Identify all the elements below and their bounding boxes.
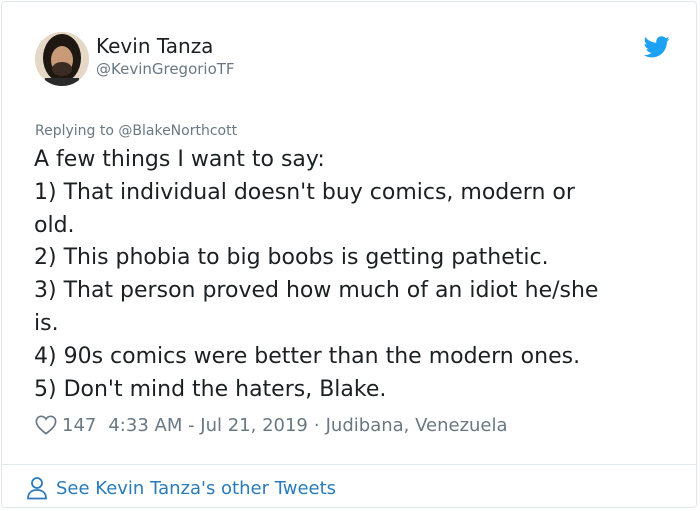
tweet-text-line: 5) Don't mind the haters, Blake. xyxy=(34,376,387,402)
author-display-name[interactable]: Kevin Tanza xyxy=(96,34,213,58)
avatar[interactable] xyxy=(35,32,89,86)
like-count[interactable]: 147 xyxy=(62,415,96,436)
twitter-bird-icon[interactable] xyxy=(644,36,670,58)
tweet-text-line: 1) That individual doesn't buy comics, m… xyxy=(34,179,575,205)
tweet-text-line: is. xyxy=(34,310,59,336)
tweet-text-line: A few things I want to say: xyxy=(34,147,325,172)
tweet-text-line: 3) That person proved how much of an idi… xyxy=(34,278,599,304)
avatar-photo xyxy=(35,32,89,86)
tweet-text-line: old. xyxy=(34,212,75,238)
heart-icon[interactable] xyxy=(35,414,57,436)
tweet-text-line: 2) This phobia to big boobs is getting p… xyxy=(34,245,549,271)
footer-divider xyxy=(2,464,696,465)
replying-to-handle-link[interactable]: @BlakeNorthcott xyxy=(118,123,237,139)
tweet-location[interactable]: Judibana, Venezuela xyxy=(326,415,508,436)
tweet-meta-row: 147 4:33 AM - Jul 21, 2019 · Judibana, V… xyxy=(35,412,508,438)
tweet-timestamp[interactable]: 4:33 AM - Jul 21, 2019 xyxy=(108,415,308,436)
tweet-text-line: 4) 90s comics were better than the moder… xyxy=(34,343,581,369)
see-other-tweets-label: See Kevin Tanza's other Tweets xyxy=(56,477,337,499)
see-other-tweets-link[interactable]: See Kevin Tanza's other Tweets xyxy=(26,473,336,503)
tweet-text: A few things I want to say: 1) That indi… xyxy=(34,144,669,406)
replying-to-label: Replying to xyxy=(35,123,114,139)
author-handle[interactable]: @KevinGregorioTF xyxy=(96,60,235,78)
person-icon xyxy=(27,477,47,500)
replying-to-line: Replying to @BlakeNorthcott xyxy=(35,123,237,139)
tweet-card: Kevin Tanza @KevinGregorioTF Replying to… xyxy=(1,1,697,508)
meta-separator: · xyxy=(313,414,320,436)
